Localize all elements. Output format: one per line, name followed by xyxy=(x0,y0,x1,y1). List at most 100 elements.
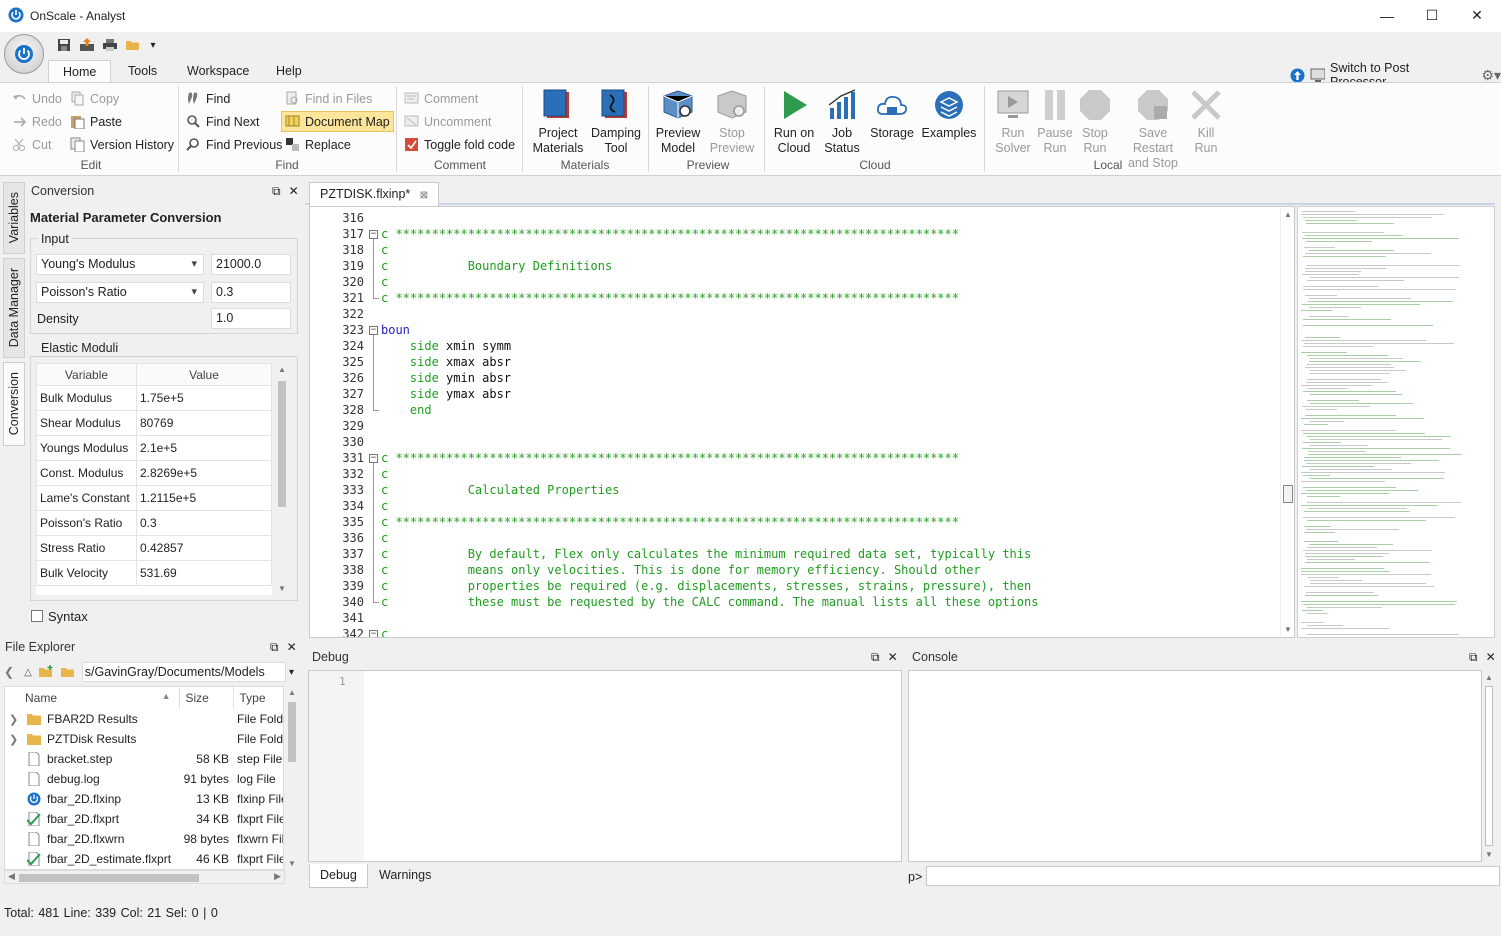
tab-help[interactable]: Help xyxy=(262,60,316,83)
expand-chevron-icon[interactable]: ❯ xyxy=(9,713,27,726)
examples-button[interactable]: Examples xyxy=(920,88,978,141)
minimize-button[interactable]: — xyxy=(1364,0,1410,31)
application-menu-button[interactable] xyxy=(4,34,44,74)
input-parameter-2-value[interactable]: 0.3 xyxy=(211,282,291,303)
moduli-row[interactable]: Lame's Constant 1.2115e+5 xyxy=(36,485,272,511)
moduli-row[interactable]: Poisson's Ratio 0.3 xyxy=(36,510,272,536)
print-icon[interactable] xyxy=(101,36,119,54)
settings-gear-icon[interactable]: ⚙▾ xyxy=(1481,67,1501,84)
fold-toggle-icon[interactable]: − xyxy=(369,230,378,239)
run-on-cloud-button[interactable]: Run on Cloud xyxy=(768,88,820,156)
close-panel-icon[interactable]: ✕ xyxy=(1486,650,1496,665)
tab-debug[interactable]: Debug xyxy=(309,864,368,888)
column-header-variable[interactable]: Variable xyxy=(36,363,137,386)
open-folder-icon[interactable] xyxy=(124,36,142,54)
file-row[interactable]: fbar_2D.flxprt 34 KB flxprt File xyxy=(5,809,283,829)
float-panel-icon[interactable]: ⧉ xyxy=(871,650,880,665)
moduli-scrollbar[interactable]: ▲ ▼ xyxy=(275,363,289,595)
close-button[interactable]: ✕ xyxy=(1454,0,1500,31)
storage-button[interactable]: Storage xyxy=(868,88,916,141)
file-row[interactable]: ❯ FBAR2D Results File Folde xyxy=(5,709,283,729)
folder-icon[interactable] xyxy=(60,665,76,679)
document-tab[interactable]: PZTDISK.flxinp* ⊠ xyxy=(309,182,440,206)
find-previous-button[interactable]: Find Previous xyxy=(186,134,282,155)
path-field[interactable]: s/GavinGray/Documents/Models xyxy=(81,662,286,682)
file-list-vertical-scrollbar[interactable]: ▲ ▼ xyxy=(285,686,299,870)
moduli-row[interactable]: Const. Modulus 2.8269e+5 xyxy=(36,460,272,486)
file-row[interactable]: fbar_2D.flxinp 13 KB flxinp File xyxy=(5,789,283,809)
project-materials-button[interactable]: Project Materials xyxy=(532,88,584,156)
comment-button[interactable]: Comment xyxy=(404,88,478,109)
version-history-button[interactable]: Version History xyxy=(70,134,174,155)
editor-scrollbar[interactable]: ▲ ▼ xyxy=(1280,207,1294,637)
up-arrow-icon[interactable]: △ xyxy=(24,667,32,678)
find-button[interactable]: Find xyxy=(186,88,230,109)
moduli-row[interactable]: Bulk Velocity 531.69 xyxy=(36,560,272,586)
back-arrow-icon[interactable]: ❮ xyxy=(4,665,14,679)
stop-preview-button[interactable]: Stop Preview xyxy=(706,88,758,156)
code-editor[interactable]: 316 317 c ********************************… xyxy=(309,206,1295,638)
syntax-checkbox[interactable] xyxy=(31,610,43,622)
new-folder-icon[interactable] xyxy=(38,665,54,679)
fold-toggle-icon[interactable]: − xyxy=(369,326,378,335)
file-row[interactable]: bracket.step 58 KB step File xyxy=(5,749,283,769)
moduli-row[interactable]: Bulk Modulus 1.75e+5 xyxy=(36,385,272,411)
damping-tool-button[interactable]: Damping Tool xyxy=(590,88,642,156)
file-list-horizontal-scrollbar[interactable]: ◀ ▶ xyxy=(4,870,285,884)
find-next-button[interactable]: Find Next xyxy=(186,111,260,132)
path-dropdown-icon[interactable]: ▾ xyxy=(289,667,294,678)
close-panel-icon[interactable]: ✕ xyxy=(888,650,898,665)
column-header-name[interactable]: Name ▲ xyxy=(5,687,180,709)
copy-button[interactable]: Copy xyxy=(70,88,119,109)
undo-button[interactable]: Undo xyxy=(12,88,62,109)
replace-button[interactable]: Replace xyxy=(285,134,351,155)
close-tab-icon[interactable]: ⊠ xyxy=(420,190,428,201)
cut-button[interactable]: Cut xyxy=(12,134,51,155)
side-tab-conversion[interactable]: Conversion xyxy=(3,362,25,446)
side-tab-variables[interactable]: Variables xyxy=(3,182,25,254)
moduli-row[interactable]: Youngs Modulus 2.1e+5 xyxy=(36,435,272,461)
float-panel-icon[interactable]: ⧉ xyxy=(272,184,281,199)
uncomment-button[interactable]: Uncomment xyxy=(404,111,491,132)
quick-access-dropdown-icon[interactable]: ▾ xyxy=(144,36,162,54)
close-panel-icon[interactable]: ✕ xyxy=(287,640,297,655)
input-parameter-1-select[interactable]: Young's Modulus xyxy=(36,254,204,275)
file-row[interactable]: debug.log 91 bytes log File xyxy=(5,769,283,789)
tab-tools[interactable]: Tools xyxy=(114,60,171,83)
kill-run-button[interactable]: Kill Run xyxy=(1184,88,1228,156)
file-row[interactable]: ❯ PZTDisk Results File Folde xyxy=(5,729,283,749)
paste-button[interactable]: Paste xyxy=(70,111,122,132)
tab-warnings[interactable]: Warnings xyxy=(369,864,441,888)
tab-workspace[interactable]: Workspace xyxy=(173,60,263,83)
fold-toggle-icon[interactable]: − xyxy=(369,630,378,637)
export-icon[interactable] xyxy=(78,36,96,54)
input-parameter-1-value[interactable]: 21000.0 xyxy=(211,254,291,275)
redo-button[interactable]: Redo xyxy=(12,111,62,132)
run-solver-button[interactable]: Run Solver xyxy=(988,88,1038,156)
file-row[interactable]: fbar_2D_estimate.flxprt 46 KB flxprt File xyxy=(5,849,283,869)
float-panel-icon[interactable]: ⧉ xyxy=(1469,650,1478,665)
debug-output[interactable]: 1 xyxy=(308,670,902,862)
fold-toggle-icon[interactable]: − xyxy=(369,454,378,463)
moduli-row[interactable]: Stress Ratio 0.42857 xyxy=(36,535,272,561)
side-tab-data-manager[interactable]: Data Manager xyxy=(3,258,25,358)
preview-model-button[interactable]: Preview Model xyxy=(652,88,704,156)
close-panel-icon[interactable]: ✕ xyxy=(289,184,299,199)
file-row[interactable]: fbar_2D.flxwrn 98 bytes flxwrn Fil xyxy=(5,829,283,849)
stop-run-button[interactable]: Stop Run xyxy=(1072,88,1118,156)
console-scrollbar[interactable]: ▲ ▼ xyxy=(1482,670,1496,862)
document-map[interactable] xyxy=(1297,206,1495,638)
console-input[interactable] xyxy=(926,866,1500,886)
column-header-type[interactable]: Type xyxy=(233,687,283,709)
column-header-size[interactable]: Size xyxy=(179,687,234,709)
expand-chevron-icon[interactable]: ❯ xyxy=(9,733,27,746)
document-map-button[interactable]: Document Map xyxy=(281,111,394,132)
float-panel-icon[interactable]: ⧉ xyxy=(270,640,279,655)
job-status-button[interactable]: Job Status xyxy=(818,88,866,156)
toggle-fold-code-button[interactable]: Toggle fold code xyxy=(404,134,515,155)
tab-home[interactable]: Home xyxy=(48,60,112,83)
density-value[interactable]: 1.0 xyxy=(211,308,291,329)
find-in-files-button[interactable]: Find in Files xyxy=(285,88,372,109)
input-parameter-2-select[interactable]: Poisson's Ratio xyxy=(36,282,204,303)
column-header-value[interactable]: Value xyxy=(136,363,272,386)
